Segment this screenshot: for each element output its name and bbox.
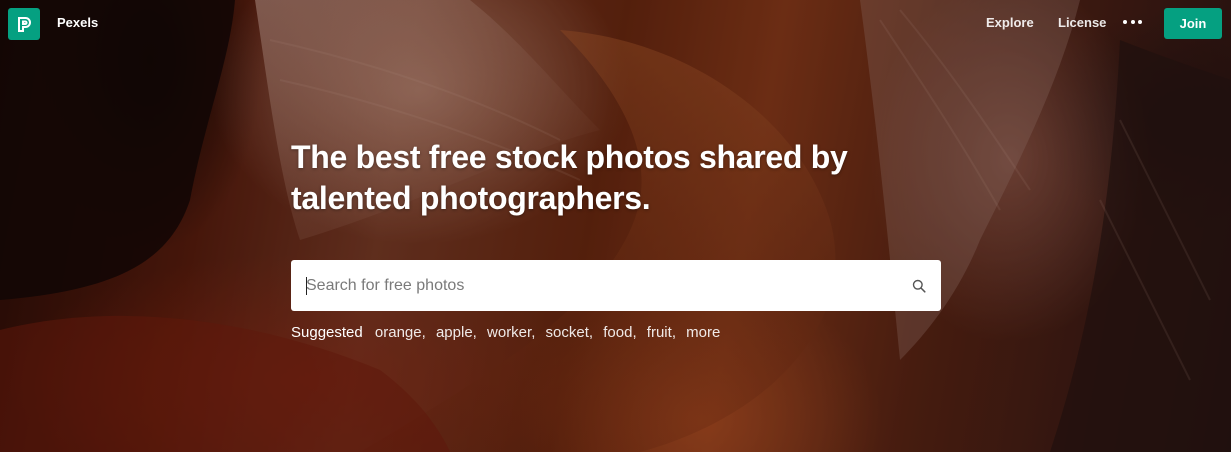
separator: , [472,324,477,341]
suggested-link-food[interactable]: food [603,324,632,341]
separator: , [588,324,594,341]
suggested-link-fruit[interactable]: fruit [647,324,672,341]
dot [1123,20,1127,24]
headline-line-2: talented photographers. [291,180,651,216]
text-cursor [306,277,307,295]
suggested-link-apple[interactable]: apple [436,324,473,341]
suggested-label: Suggested [291,324,363,341]
nav-link-license[interactable]: License [1058,15,1106,30]
suggested-link-more[interactable]: more [686,324,720,341]
suggested-link-socket[interactable]: socket [546,324,589,341]
canyon-texture [0,0,1231,452]
brand-name[interactable]: Pexels [57,15,98,30]
separator: , [421,324,426,341]
search-bar [291,260,941,311]
separator: , [531,324,536,341]
join-button[interactable]: Join [1164,8,1222,39]
separator: , [632,324,637,341]
suggested-searches: Suggested orange, apple, worker, socket,… [291,324,720,341]
dot [1130,20,1135,24]
more-dots-icon[interactable] [1123,20,1142,26]
dot [1138,20,1142,24]
pexels-logo-icon[interactable] [8,8,40,40]
separator: , [671,324,676,341]
search-icon[interactable] [912,279,926,293]
nav-link-explore[interactable]: Explore [986,15,1034,30]
top-navigation: Pexels Explore License Join [0,0,1231,47]
hero-headline: The best free stock photos shared by tal… [291,137,891,219]
hero-background-image [0,0,1231,452]
search-input[interactable] [291,260,891,311]
headline-line-1: The best free stock photos shared by [291,139,848,175]
suggested-link-worker[interactable]: worker [487,324,531,341]
suggested-link-orange[interactable]: orange [375,324,422,341]
